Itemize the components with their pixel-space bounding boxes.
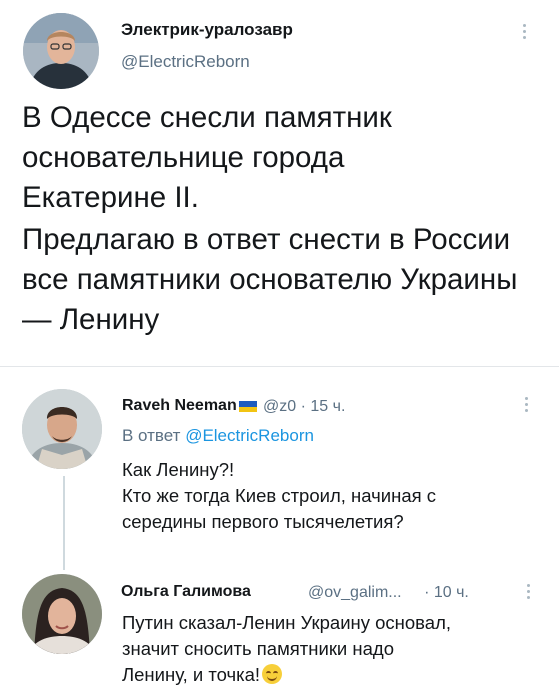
reply-author-handle[interactable]: @z0 (263, 398, 296, 415)
author-name[interactable]: Электрик-уралозавр (121, 20, 293, 40)
reply-avatar-image (22, 574, 102, 654)
reply-line: Путин сказал-Ленин Украину основал, (122, 612, 452, 633)
reply-to-handle-link[interactable]: @ElectricReborn (185, 426, 314, 445)
reply-time[interactable]: 15 ч. (310, 398, 345, 415)
more-vertical-icon[interactable] (523, 24, 527, 42)
reply-line: Ленину, и точка! (122, 664, 261, 685)
more-vertical-icon[interactable] (525, 397, 529, 415)
ukraine-flag-icon (239, 401, 257, 412)
reply-avatar[interactable] (22, 389, 102, 469)
reply-text: Как Ленину?! Кто же тогда Киев строил, н… (122, 457, 436, 535)
reply-text: Путин сказал-Ленин Украину основал, знач… (122, 610, 451, 688)
reply-line-wrapper: Ленину, и точка! (122, 662, 451, 688)
reply-line: Кто же тогда Киев строил, начиная с (122, 485, 437, 506)
reply-meta: @ov_galim... · 10 ч. (308, 584, 469, 602)
reply-to: В ответ @ElectricReborn (122, 426, 314, 446)
author-avatar[interactable] (23, 13, 99, 89)
author-handle[interactable]: @ElectricReborn (121, 52, 250, 72)
meta-separator: · (424, 584, 430, 601)
reply-author-name[interactable]: Raveh Neeman (122, 397, 237, 415)
reply-time[interactable]: 10 ч. (434, 584, 469, 601)
reply-avatar-image (22, 389, 102, 469)
thread-connector-line (63, 476, 65, 570)
reply-line: Как Ленину?! (122, 459, 235, 480)
tweet-text: В Одессе снесли памятник основательнице … (22, 98, 552, 340)
meta-separator: · (300, 398, 306, 415)
reply-author-handle[interactable]: @ov_galim... (308, 584, 402, 601)
main-tweet: Электрик-уралозавр @ElectricReborn В Оде… (0, 0, 559, 366)
divider (0, 366, 559, 367)
reply-line: середины первого тысячелетия? (122, 511, 404, 532)
reply-meta: @z0 · 15 ч. (233, 398, 345, 416)
reply-line: значит сносить памятники надо (122, 638, 394, 659)
reply-avatar[interactable] (22, 574, 102, 654)
author-avatar-image (23, 13, 99, 89)
tweet-paragraph: Предлагаю в ответ снести в России все па… (22, 223, 518, 336)
smiling-face-icon (262, 664, 283, 684)
reply-author-name[interactable]: Ольга Галимова (121, 583, 251, 601)
tweet-paragraph: В Одессе снесли памятник основательнице … (22, 101, 392, 214)
more-vertical-icon[interactable] (527, 584, 531, 602)
reply-to-label: В ответ (122, 426, 181, 445)
